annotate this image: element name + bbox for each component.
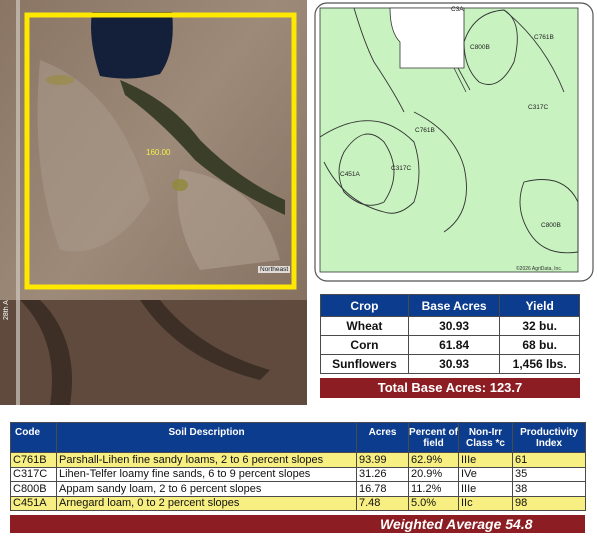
yield-col-header: Yield (499, 294, 580, 317)
soil-map-label: C3A (451, 6, 464, 13)
code-cell: C317C (10, 466, 57, 482)
base-acres-cell: 61.84 (407, 335, 501, 355)
soil-map-copyright: ©2026 AgriData, Inc. (516, 266, 563, 272)
acres-cell: 16.78 (356, 481, 409, 497)
total-base-acres: Total Base Acres: 123.7 (320, 378, 580, 398)
road-label: 28th A (3, 300, 10, 320)
class-col-header: Non-Irr Class *c (458, 422, 513, 453)
acres-cell: 7.48 (356, 495, 409, 511)
description-cell: Appam sandy loam, 2 to 6 percent slopes (56, 481, 357, 497)
class-cell: IIIe (458, 481, 513, 497)
acres-cell: 31.26 (356, 466, 409, 482)
table-row: Corn 61.84 68 bu. (320, 335, 580, 355)
soil-map-label: C451A (340, 171, 360, 178)
soil-map-label: C317C (391, 165, 412, 172)
table-row: Wheat 30.93 32 bu. (320, 316, 580, 336)
base-acres-cell: 30.93 (407, 316, 501, 336)
percent-cell: 20.9% (408, 466, 459, 482)
total-base-acres-label: Total Base Acres: (377, 380, 487, 395)
soil-table: Code Soil Description Acres Percent of f… (10, 422, 586, 511)
soil-map-label: C317C (528, 104, 549, 111)
table-row: C451A Arnegard loam, 0 to 2 percent slop… (10, 495, 586, 511)
field-acres-label: 160.00 (146, 148, 171, 157)
description-cell: Arnegard loam, 0 to 2 percent slopes (56, 495, 357, 511)
productivity-cell: 61 (512, 452, 586, 468)
soil-map (314, 2, 594, 282)
percent-cell: 5.0% (408, 495, 459, 511)
crop-col-header: Crop (320, 294, 409, 317)
soil-table-header: Code Soil Description Acres Percent of f… (10, 422, 586, 453)
productivity-cell: 35 (512, 466, 586, 482)
code-cell: C761B (10, 452, 57, 468)
yield-cell: 1,456 lbs. (499, 354, 580, 374)
crop-cell: Wheat (320, 316, 409, 336)
yield-cell: 68 bu. (499, 335, 580, 355)
acres-cell: 93.99 (356, 452, 409, 468)
crop-table-header: Crop Base Acres Yield (320, 294, 580, 317)
percent-cell: 62.9% (408, 452, 459, 468)
aerial-photo (0, 0, 307, 405)
percent-cell: 11.2% (408, 481, 459, 497)
description-col-header: Soil Description (56, 422, 357, 453)
soil-map-label: C761B (534, 34, 554, 41)
base-acres-cell: 30.93 (407, 354, 501, 374)
code-cell: C451A (10, 495, 57, 511)
crop-table: Crop Base Acres Yield Wheat 30.93 32 bu.… (320, 294, 580, 374)
productivity-col-header: Productivity Index (512, 422, 586, 453)
weighted-average-label: Weighted Average (380, 516, 502, 532)
soil-map-label: C761B (415, 127, 435, 134)
class-cell: IIIe (458, 452, 513, 468)
acres-col-header: Acres (356, 422, 409, 453)
soil-map-label: C800B (470, 44, 490, 51)
code-col-header: Code (10, 422, 57, 453)
crop-cell: Sunflowers (320, 354, 409, 374)
soil-map-label: C800B (541, 222, 561, 229)
weighted-average: Weighted Average 54.8 (10, 515, 585, 533)
percent-col-header: Percent of field (408, 422, 459, 453)
description-cell: Lihen-Telfer loamy fine sands, 6 to 9 pe… (56, 466, 357, 482)
aerial-north-label: Northeast (258, 266, 291, 273)
table-row: C317C Lihen-Telfer loamy fine sands, 6 t… (10, 466, 586, 482)
weighted-average-value: 54.8 (505, 516, 533, 532)
table-row: C800B Appam sandy loam, 2 to 6 percent s… (10, 481, 586, 497)
total-base-acres-value: 123.7 (489, 380, 523, 395)
table-row: Sunflowers 30.93 1,456 lbs. (320, 354, 580, 374)
base-acres-col-header: Base Acres (407, 294, 501, 317)
lake-shape (91, 12, 173, 79)
description-cell: Parshall-Lihen fine sandy loams, 2 to 6 … (56, 452, 357, 468)
productivity-cell: 98 (512, 495, 586, 511)
class-cell: IIc (458, 495, 513, 511)
productivity-cell: 38 (512, 481, 586, 497)
class-cell: IVe (458, 466, 513, 482)
code-cell: C800B (10, 481, 57, 497)
yield-cell: 32 bu. (499, 316, 580, 336)
crop-cell: Corn (320, 335, 409, 355)
table-row: C761B Parshall-Lihen fine sandy loams, 2… (10, 452, 586, 468)
